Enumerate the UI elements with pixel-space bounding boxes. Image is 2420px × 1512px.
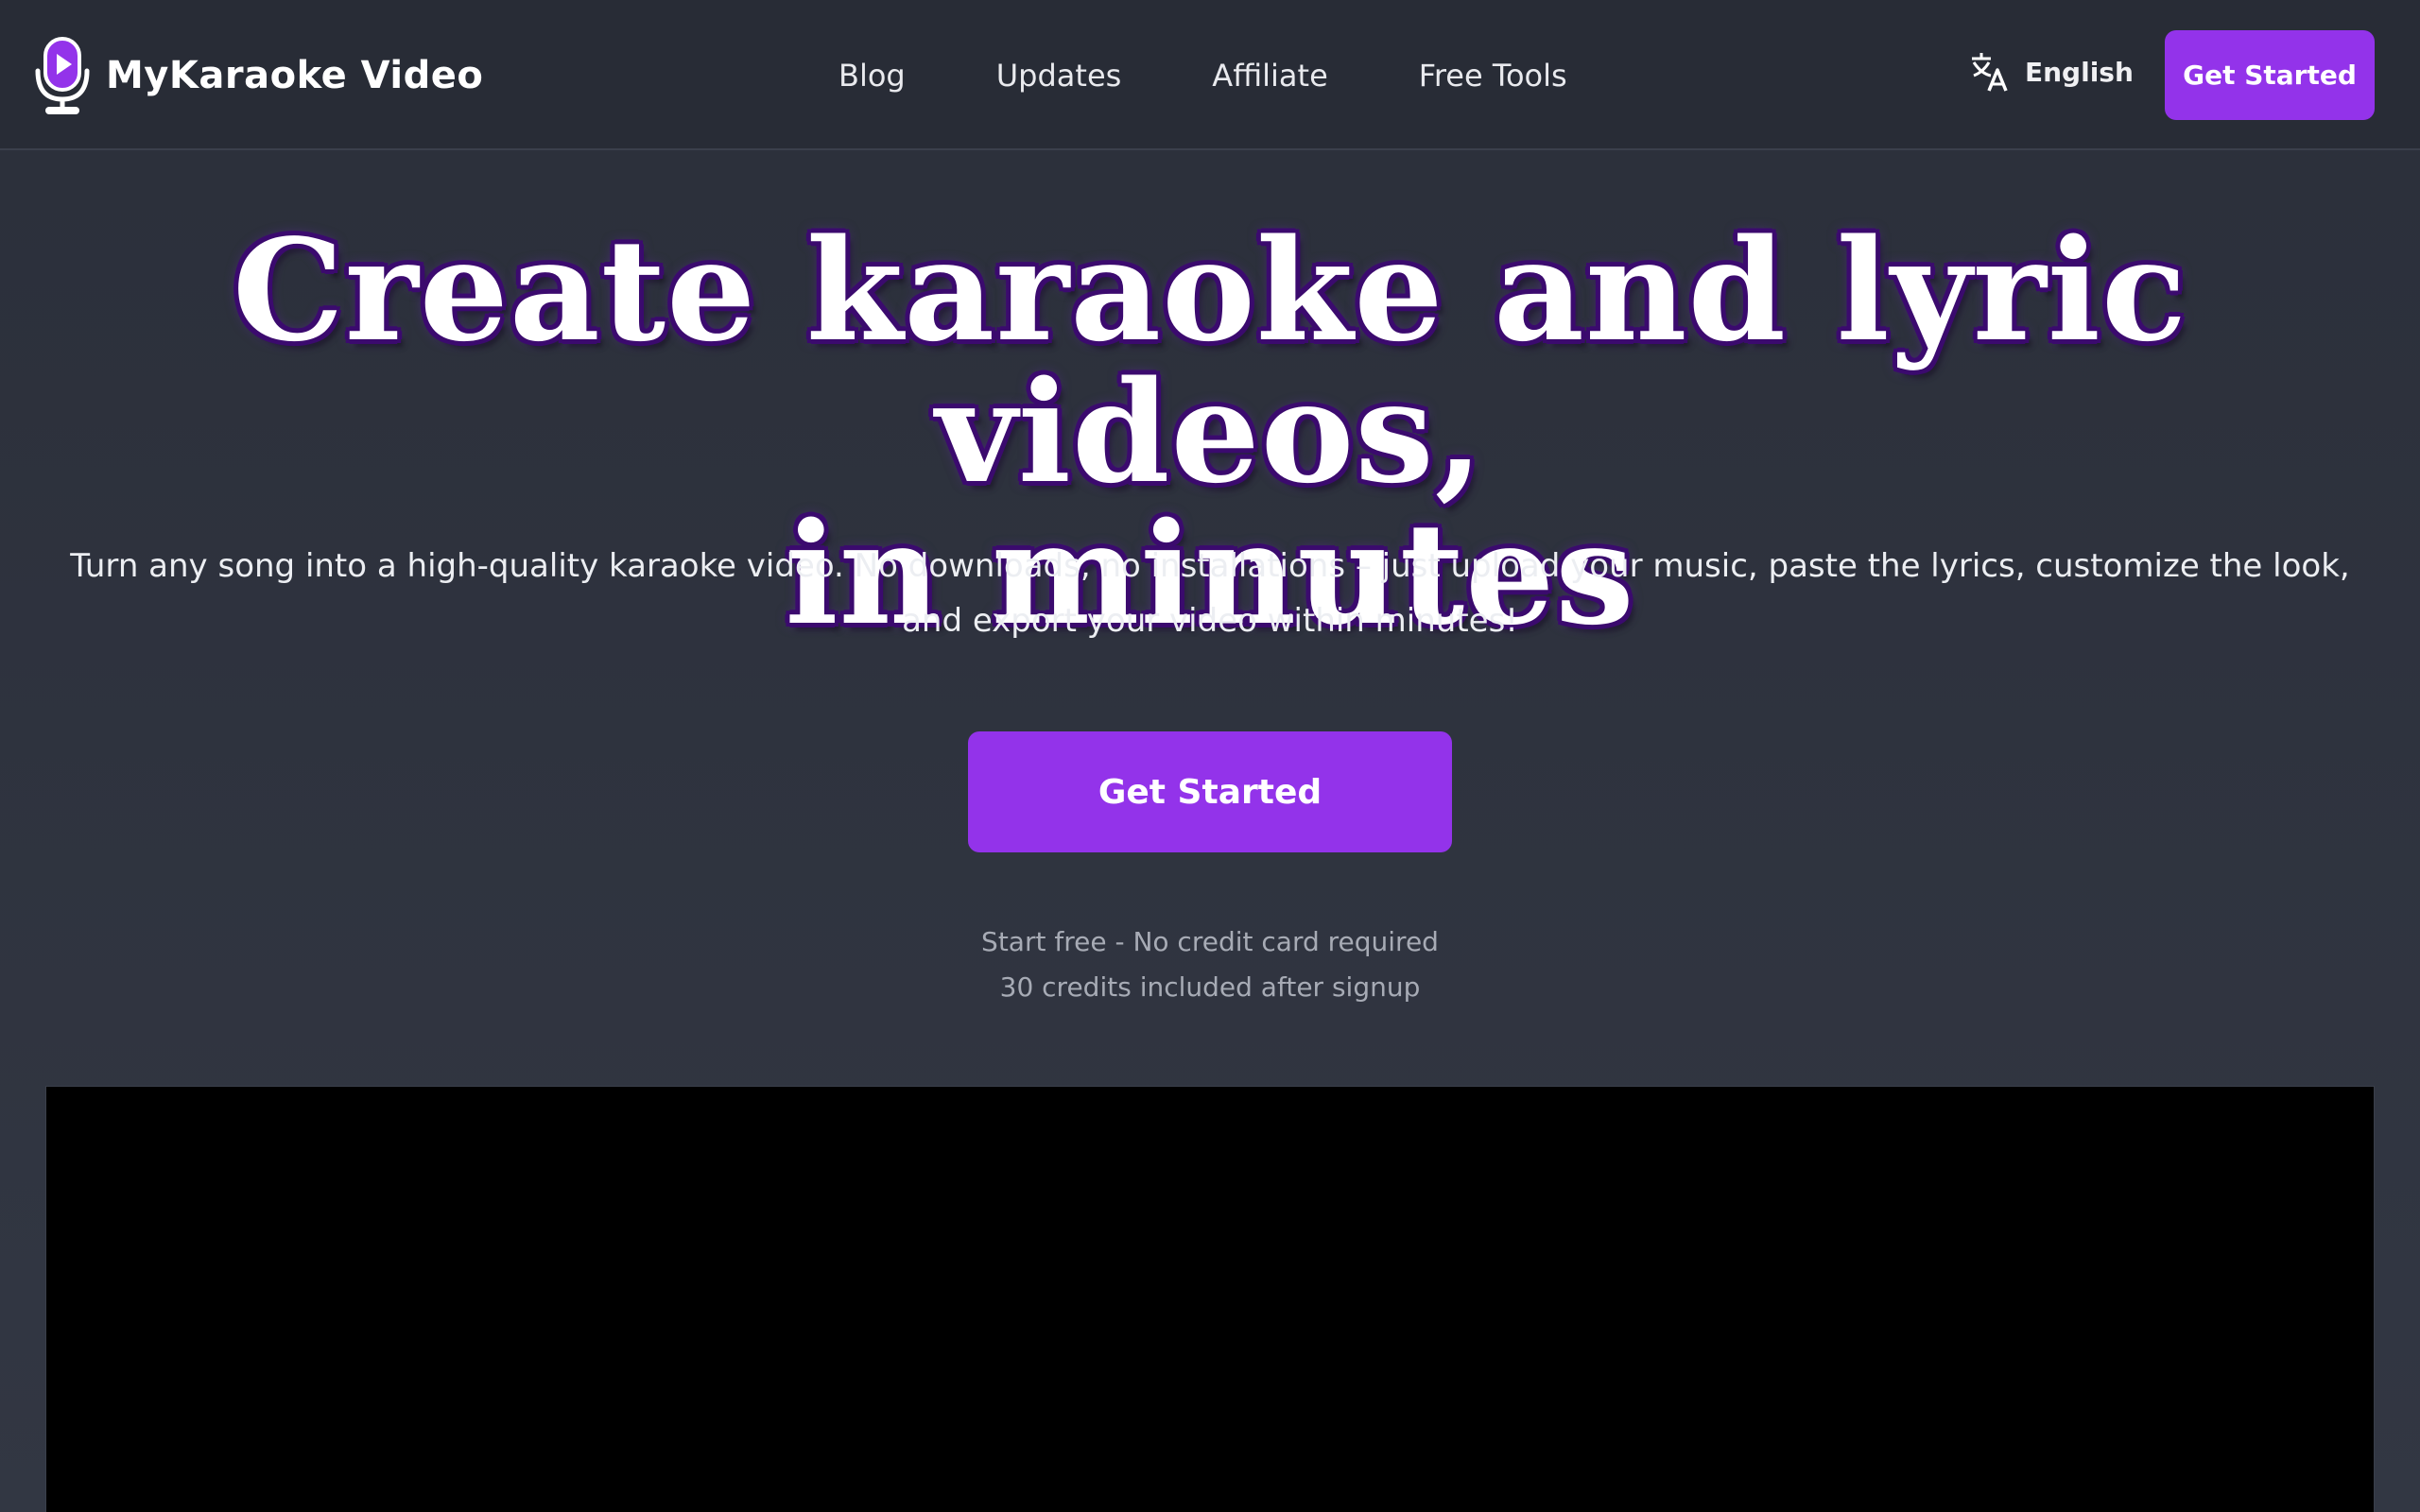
- hero-get-started-button[interactable]: Get Started: [968, 731, 1452, 852]
- free-note: Start free - No credit card required: [981, 926, 1439, 957]
- hero-subtitle: Turn any song into a high-quality karaok…: [70, 547, 2350, 640]
- brand-logo[interactable]: MyKaraoke Video: [32, 34, 483, 117]
- nav-link-affiliate[interactable]: Affiliate: [1212, 49, 1327, 102]
- nav-link-free-tools[interactable]: Free Tools: [1419, 49, 1567, 102]
- brand-name: MyKaraoke Video: [106, 54, 484, 97]
- hero-title-line-1: Create karaoke and lyric videos,: [232, 208, 2188, 514]
- header-get-started-button[interactable]: Get Started: [2165, 30, 2375, 120]
- microphone-play-icon: [35, 37, 90, 114]
- page: MyKaraoke Video Blog Updates Affiliate F…: [0, 0, 2420, 1512]
- nav-link-updates[interactable]: Updates: [996, 49, 1122, 102]
- nav-link-blog[interactable]: Blog: [838, 49, 906, 102]
- main-nav: Blog Updates Affiliate Free Tools: [838, 49, 1567, 102]
- navbar: MyKaraoke Video Blog Updates Affiliate F…: [0, 0, 2420, 150]
- credits-note: 30 credits included after signup: [999, 971, 1421, 1003]
- translate-icon: [1972, 53, 2008, 92]
- demo-video-player[interactable]: [45, 1086, 2375, 1512]
- language-selector[interactable]: English: [1970, 51, 2134, 93]
- language-label: English: [2025, 56, 2134, 88]
